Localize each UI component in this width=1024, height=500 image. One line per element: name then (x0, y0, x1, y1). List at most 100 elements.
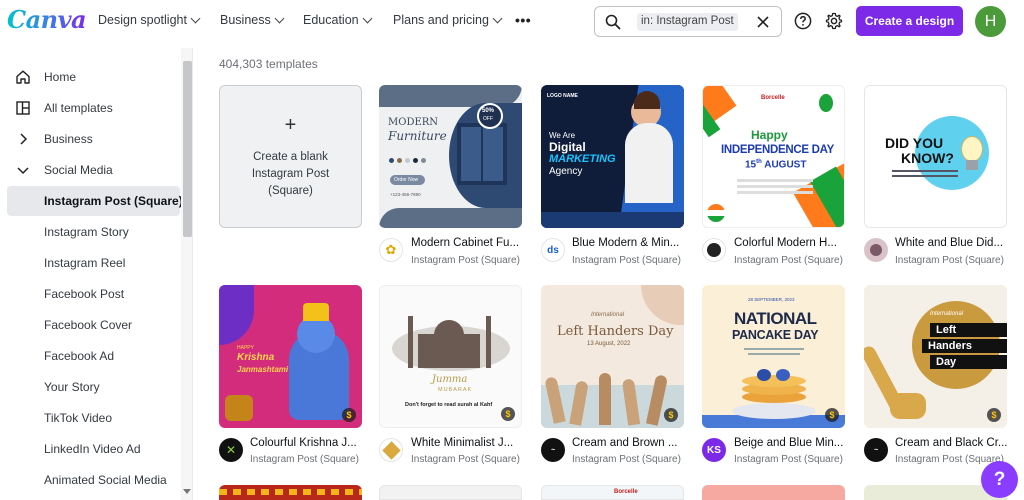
sidebar-item-social-media[interactable]: Social Media (7, 155, 180, 185)
ds-logo-icon: ds (547, 244, 559, 256)
template-title[interactable]: Beige and Blue Min... (734, 437, 847, 449)
creator-avatar[interactable]: ~ (541, 438, 565, 462)
nav-plans-and-pricing[interactable]: Plans and pricing (393, 13, 503, 27)
thumb-text: International (930, 311, 964, 317)
sidebar-item-label: Facebook Post (44, 287, 125, 301)
sidebar-item-home[interactable]: Home (7, 62, 180, 92)
thumb-text: OFF (483, 116, 493, 122)
sidebar-item-tiktok-video[interactable]: TikTok Video (7, 403, 180, 433)
sidebar-item-label: Social Media (44, 163, 113, 177)
sidebar-item-business[interactable]: Business (7, 124, 180, 154)
user-avatar[interactable]: H (975, 6, 1006, 37)
template-title[interactable]: Modern Cabinet Fu... (411, 237, 524, 249)
thumb-text: Krishna (237, 352, 275, 363)
pro-badge-icon: $ (342, 408, 356, 422)
template-title[interactable]: Cream and Brown ... (572, 437, 685, 449)
template-card[interactable]: HAPPY Krishna Janmashtami $ (219, 285, 362, 428)
close-icon[interactable] (756, 15, 770, 29)
template-count: 404,303 templates (219, 57, 318, 71)
pro-badge-icon: $ (987, 408, 1001, 422)
template-card[interactable]: 28 SEPTEMBER, 2023 NATIONAL PANCAKE DAY … (702, 285, 845, 428)
template-title[interactable]: Colorful Modern H... (734, 237, 847, 249)
gear-icon[interactable] (825, 12, 843, 30)
search-box[interactable]: in: Instagram Post (594, 6, 782, 37)
sidebar-scrollbar-thumb[interactable] (183, 61, 192, 237)
nav-education[interactable]: Education (303, 13, 373, 27)
template-title[interactable]: White Minimalist J... (411, 437, 524, 449)
thumb-text: DID YOU (885, 135, 944, 151)
thumb-text: INDEPENDENCE DAY (721, 144, 834, 156)
more-menu-icon[interactable]: ••• (515, 12, 531, 28)
pro-badge-icon: $ (664, 408, 678, 422)
thumb-text: Agency (549, 166, 583, 177)
thumb-text: 15 (745, 159, 757, 171)
creator-avatar[interactable]: ✿ (379, 238, 403, 262)
person-icon (707, 243, 721, 257)
template-card[interactable]: International Left Handers Day 13 August… (541, 285, 684, 428)
thumb-text: PANCAKE DAY (732, 328, 819, 342)
flower-icon: ✿ (385, 242, 397, 257)
thumb-did-you-know: DID YOU KNOW? (865, 86, 1006, 227)
sidebar: Home All templates Business Social Media… (0, 48, 193, 500)
creator-avatar[interactable] (379, 438, 403, 462)
sidebar-item-label: All templates (44, 101, 113, 115)
template-card[interactable]: LOGO NAME We Are Digital MARKETING Agenc… (541, 85, 684, 228)
sidebar-item-instagram-post-square[interactable]: Instagram Post (Square) (7, 186, 183, 216)
scroll-down-arrow-icon[interactable] (183, 489, 191, 494)
template-card[interactable]: DID YOU KNOW? (864, 85, 1007, 228)
top-nav: Canva Design spotlight Business Educatio… (0, 0, 1024, 44)
nav-business[interactable]: Business (220, 13, 285, 27)
search-icon[interactable] (605, 14, 621, 30)
template-title[interactable]: Cream and Black Cr... (895, 437, 1008, 449)
template-card[interactable] (219, 485, 362, 500)
nav-design-spotlight[interactable]: Design spotlight (98, 13, 201, 27)
creator-avatar[interactable]: ds (541, 238, 565, 262)
sidebar-item-instagram-story[interactable]: Instagram Story (7, 217, 180, 247)
template-title[interactable]: Colourful Krishna J... (250, 437, 363, 449)
template-card[interactable]: Borcelle (541, 485, 684, 500)
thumb-text: 13 August, 2022 (587, 341, 631, 347)
template-card[interactable]: Borcelle Happy INDEPENDENCE DAY 15th AUG… (702, 85, 845, 228)
template-card[interactable]: 50% OFF MODERN Furniture Order Now +123-… (379, 85, 522, 228)
sidebar-item-all-templates[interactable]: All templates (7, 93, 180, 123)
canva-logo[interactable]: Canva (7, 5, 87, 34)
sidebar-item-label: Instagram Story (44, 225, 129, 239)
thumb-text: Order Now (390, 175, 425, 185)
creator-avatar[interactable]: ~ (864, 438, 888, 462)
template-title[interactable]: White and Blue Did... (895, 237, 1008, 249)
chevron-down-icon (274, 13, 285, 23)
template-card[interactable]: Jumma MUBARAK Don't forget to read surah… (379, 285, 522, 428)
sidebar-item-facebook-ad[interactable]: Facebook Ad (7, 341, 180, 371)
script-logo-icon: ~ (873, 446, 879, 454)
creator-avatar[interactable]: ✕ (219, 438, 243, 462)
creator-avatar[interactable]: KS (702, 438, 726, 462)
sidebar-item-your-story[interactable]: Your Story (7, 372, 180, 402)
create-blank-card[interactable]: + Create a blank Instagram Post (Square) (219, 85, 362, 228)
thumb-text: HAPPY (237, 345, 254, 351)
template-type: Instagram Post (Square) (572, 255, 681, 266)
sidebar-item-instagram-reel[interactable]: Instagram Reel (7, 248, 180, 278)
thumb-text: Janmashtami (237, 365, 289, 374)
creator-avatar[interactable] (702, 238, 726, 262)
template-title[interactable]: Blue Modern & Min... (572, 237, 685, 249)
sidebar-item-animated-social-media[interactable]: Animated Social Media (7, 465, 180, 495)
sidebar-item-facebook-post[interactable]: Facebook Post (7, 279, 180, 309)
template-type: Instagram Post (Square) (895, 255, 1004, 266)
sidebar-item-label: Facebook Cover (44, 318, 133, 332)
nav-label: Business (220, 13, 271, 27)
chevron-down-icon (17, 167, 29, 175)
help-icon[interactable] (794, 12, 812, 30)
sidebar-item-facebook-cover[interactable]: Facebook Cover (7, 310, 180, 340)
thumb-text: Borcelle (614, 489, 638, 495)
template-card[interactable]: International Left Handers Day $ (864, 285, 1007, 428)
thumb-text: Borcelle (761, 95, 785, 101)
create-design-button[interactable]: Create a design (856, 6, 963, 36)
creator-avatar[interactable] (864, 238, 888, 262)
template-card[interactable] (702, 485, 845, 500)
help-fab-button[interactable]: ? (981, 461, 1018, 498)
thumb-text: +123-456-7890 (390, 192, 421, 197)
sidebar-item-linkedin-video-ad[interactable]: LinkedIn Video Ad (7, 434, 180, 464)
sidebar-item-label: Animated Social Media (44, 473, 167, 487)
thumb-text: We Are (549, 131, 576, 140)
template-card[interactable] (379, 485, 522, 500)
